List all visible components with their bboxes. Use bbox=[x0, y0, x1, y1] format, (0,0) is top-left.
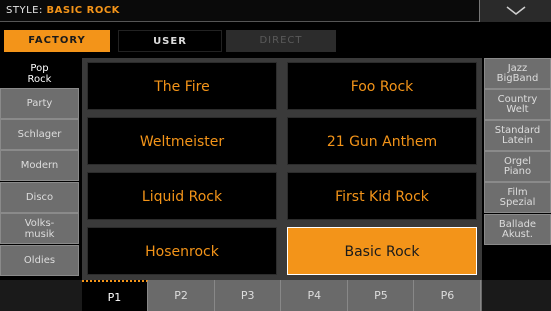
style-cell[interactable]: 21 Gun Anthem bbox=[287, 117, 477, 165]
header-bar: STYLE: BASIC ROCK bbox=[0, 0, 551, 22]
style-cell[interactable]: The Fire bbox=[87, 62, 277, 110]
bottom-left-spacer bbox=[0, 280, 82, 311]
category-item[interactable]: Country Welt bbox=[484, 89, 551, 120]
style-cell[interactable]: Hosenrock bbox=[87, 227, 277, 275]
page-tab[interactable]: P6 bbox=[415, 280, 481, 311]
page-tab[interactable]: P5 bbox=[348, 280, 415, 311]
chevron-down-icon bbox=[506, 6, 526, 15]
tab-direct[interactable]: DIRECT bbox=[226, 30, 336, 52]
source-tabs: FACTORY USER DIRECT bbox=[0, 23, 551, 59]
category-item[interactable]: Party bbox=[0, 88, 79, 119]
style-label: STYLE: bbox=[6, 5, 43, 16]
tab-factory[interactable]: FACTORY bbox=[4, 30, 110, 52]
category-item[interactable]: Disco bbox=[0, 182, 79, 213]
category-item[interactable]: Ballade Akust. bbox=[484, 214, 551, 245]
style-cell[interactable]: Liquid Rock bbox=[87, 172, 277, 220]
category-item[interactable]: Standard Latein bbox=[484, 120, 551, 151]
style-cell[interactable]: First Kid Rock bbox=[287, 172, 477, 220]
bottom-right-spacer bbox=[482, 280, 551, 311]
menu-dropdown-button[interactable] bbox=[479, 0, 551, 22]
category-item[interactable]: Oldies bbox=[0, 245, 79, 276]
category-item[interactable]: Schlager bbox=[0, 119, 79, 150]
style-cell[interactable]: Foo Rock bbox=[287, 62, 477, 110]
category-item[interactable]: Film Spezial bbox=[484, 182, 551, 213]
page-tab[interactable]: P4 bbox=[282, 280, 348, 311]
category-item[interactable]: Modern bbox=[0, 150, 79, 181]
category-item[interactable]: Orgel Piano bbox=[484, 151, 551, 182]
style-grid: The Fire Foo Rock Weltmeister 21 Gun Anthem… bbox=[82, 58, 482, 280]
page-tabs: P1 P2 P3 P4 P5 P6 bbox=[82, 280, 482, 311]
page-tab[interactable]: P1 bbox=[82, 280, 148, 311]
page-tab[interactable]: P2 bbox=[149, 280, 215, 311]
page-tab[interactable]: P3 bbox=[215, 280, 282, 311]
category-item[interactable]: Jazz BigBand bbox=[484, 58, 551, 89]
style-cell[interactable]: Weltmeister bbox=[87, 117, 277, 165]
tab-user[interactable]: USER bbox=[118, 30, 222, 52]
style-name: BASIC ROCK bbox=[46, 5, 120, 16]
style-title: STYLE: BASIC ROCK bbox=[6, 5, 120, 16]
category-item[interactable]: Volks- musik bbox=[0, 213, 79, 244]
category-item[interactable]: Pop Rock bbox=[0, 58, 79, 89]
style-cell[interactable]: Basic Rock bbox=[287, 227, 477, 275]
